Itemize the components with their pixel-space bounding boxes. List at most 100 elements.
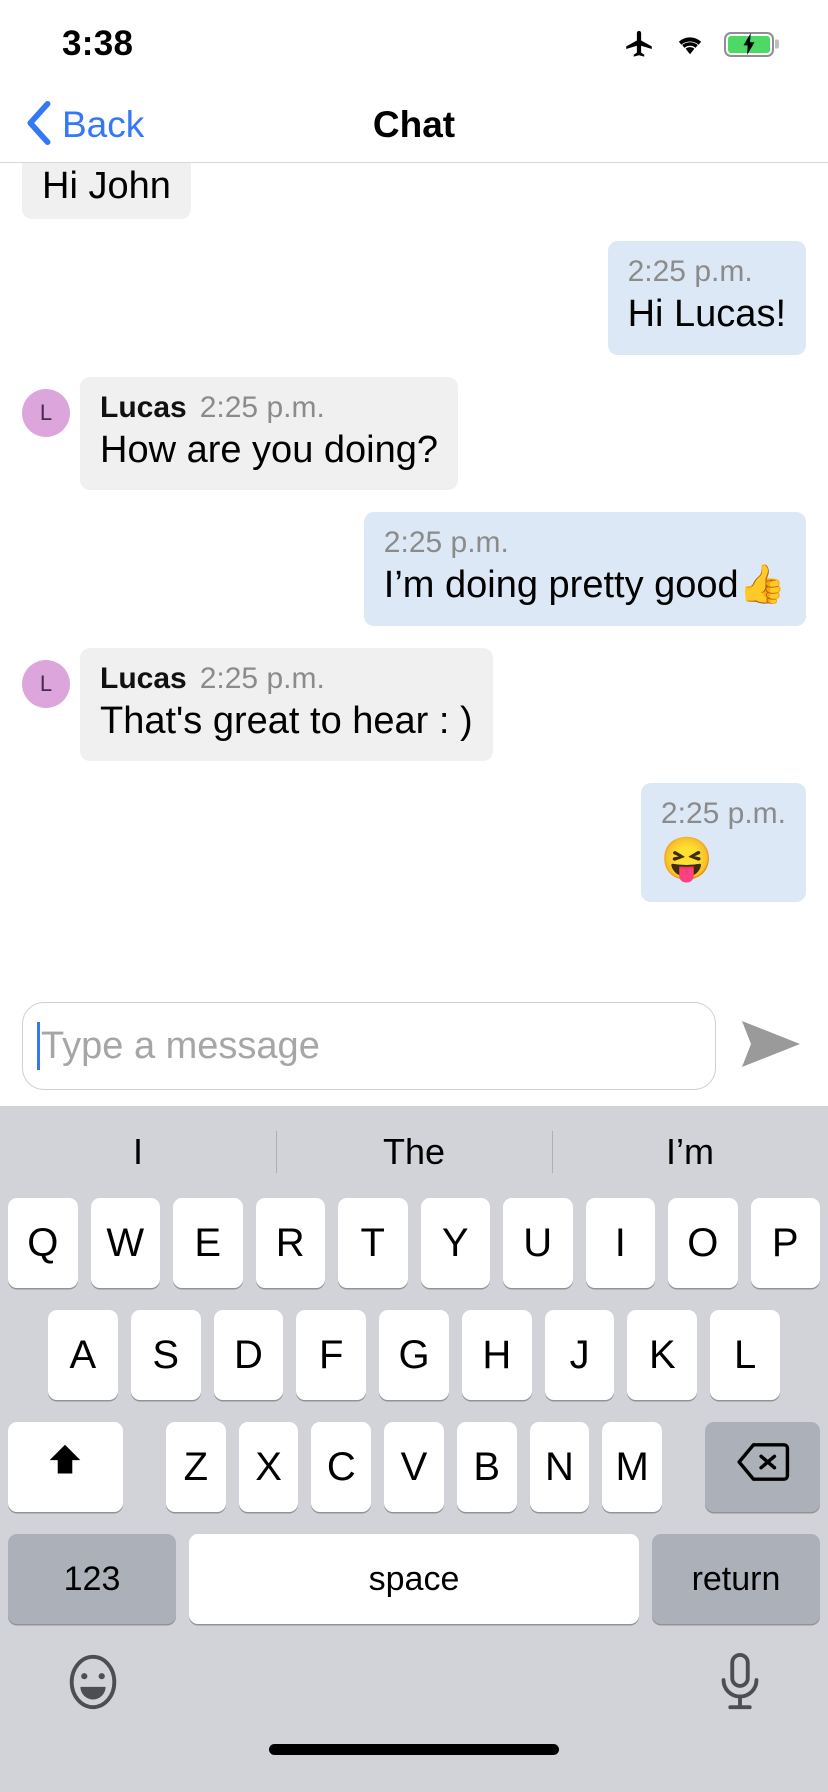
wifi-icon bbox=[672, 30, 708, 58]
message-input[interactable]: Type a message bbox=[22, 1002, 716, 1090]
space-key[interactable]: space bbox=[189, 1534, 639, 1624]
message-text: I’m doing pretty good👍 bbox=[383, 564, 786, 606]
back-button[interactable]: Back bbox=[0, 100, 144, 151]
message-text: Hi Lucas! bbox=[627, 293, 786, 335]
message-bubble-incoming[interactable]: Lucas 2:25 p.m. That's great to hear : ) bbox=[80, 647, 493, 761]
key-b[interactable]: B bbox=[456, 1422, 517, 1512]
message-meta: 2:25 p.m. bbox=[661, 797, 786, 831]
chevron-left-icon bbox=[24, 100, 52, 151]
message-bubble-outgoing[interactable]: 2:25 p.m. I’m doing pretty good👍 bbox=[363, 512, 806, 626]
message-meta: Lucas 2:25 p.m. bbox=[100, 662, 473, 696]
shift-key[interactable] bbox=[7, 1422, 123, 1512]
message-meta: Lucas 2:25 p.m. bbox=[100, 391, 438, 425]
avatar: L bbox=[22, 388, 70, 437]
message-timestamp: 2:25 p.m. bbox=[627, 255, 753, 288]
message-row-4[interactable]: L Lucas 2:25 p.m. That's great to hear :… bbox=[22, 647, 806, 761]
key-v[interactable]: V bbox=[384, 1422, 444, 1512]
message-sender: Lucas bbox=[100, 390, 187, 424]
navigation-bar: Back Chat bbox=[0, 88, 828, 163]
prediction-2[interactable]: I’m bbox=[552, 1131, 828, 1173]
message-input-placeholder: Type a message bbox=[41, 1024, 320, 1067]
key-w[interactable]: W bbox=[90, 1198, 160, 1288]
key-u[interactable]: U bbox=[503, 1198, 573, 1288]
back-button-label: Back bbox=[62, 104, 145, 145]
message-text: How are you doing? bbox=[100, 428, 438, 471]
key-l[interactable]: L bbox=[710, 1310, 781, 1400]
send-button[interactable] bbox=[736, 1019, 806, 1074]
key-t[interactable]: T bbox=[338, 1198, 408, 1288]
key-m[interactable]: M bbox=[602, 1422, 663, 1512]
shift-arrow-icon bbox=[42, 1439, 88, 1495]
on-screen-keyboard: I The I’m Q W E R T Y U I O P A S D F G … bbox=[0, 1106, 828, 1792]
message-timestamp: 2:25 p.m. bbox=[199, 390, 325, 424]
key-c[interactable]: C bbox=[311, 1422, 372, 1512]
key-d[interactable]: D bbox=[213, 1310, 284, 1400]
key-x[interactable]: X bbox=[238, 1422, 299, 1512]
message-bubble-outgoing[interactable]: 2:25 p.m. Hi Lucas! bbox=[607, 241, 806, 355]
home-indicator[interactable] bbox=[269, 1744, 559, 1755]
message-bubble-outgoing[interactable]: 2:25 p.m. 😝 bbox=[640, 783, 806, 902]
backspace-key[interactable] bbox=[705, 1422, 821, 1512]
message-row-5[interactable]: 2:25 p.m. 😝 bbox=[22, 783, 806, 902]
backspace-icon bbox=[736, 1441, 790, 1493]
message-bubble-incoming[interactable]: Hi John bbox=[22, 163, 191, 219]
emoji-smiley-icon bbox=[62, 1651, 124, 1718]
key-z[interactable]: Z bbox=[165, 1422, 226, 1512]
message-row-0[interactable]: Hi John bbox=[22, 163, 806, 219]
message-bubble-incoming[interactable]: Lucas 2:25 p.m. How are you doing? bbox=[80, 376, 458, 490]
numbers-key[interactable]: 123 bbox=[8, 1534, 176, 1624]
message-text: 😝 bbox=[660, 835, 714, 882]
return-key[interactable]: return bbox=[652, 1534, 820, 1624]
key-e[interactable]: E bbox=[173, 1198, 243, 1288]
key-i[interactable]: I bbox=[585, 1198, 655, 1288]
message-row-1[interactable]: 2:25 p.m. Hi Lucas! bbox=[22, 241, 806, 355]
send-arrow-icon bbox=[740, 1019, 802, 1074]
key-k[interactable]: K bbox=[627, 1310, 698, 1400]
message-meta: 2:25 p.m. bbox=[384, 526, 786, 560]
status-time: 3:38 bbox=[62, 24, 134, 63]
key-o[interactable]: O bbox=[668, 1198, 738, 1288]
keyboard-row-4: 123 space return bbox=[0, 1534, 828, 1624]
message-composer: Type a message bbox=[0, 986, 828, 1106]
message-row-2[interactable]: L Lucas 2:25 p.m. How are you doing? bbox=[22, 376, 806, 490]
key-n[interactable]: N bbox=[529, 1422, 590, 1512]
status-icons bbox=[622, 27, 774, 61]
key-r[interactable]: R bbox=[255, 1198, 325, 1288]
key-h[interactable]: H bbox=[461, 1310, 532, 1400]
microphone-icon bbox=[714, 1651, 766, 1718]
text-cursor bbox=[37, 1022, 40, 1070]
key-f[interactable]: F bbox=[296, 1310, 367, 1400]
key-a[interactable]: A bbox=[47, 1310, 118, 1400]
key-p[interactable]: P bbox=[750, 1198, 820, 1288]
emoji-key[interactable] bbox=[62, 1651, 124, 1718]
message-list[interactable]: Hi John 2:25 p.m. Hi Lucas! L Lucas 2:25… bbox=[0, 163, 828, 986]
message-text: Hi John bbox=[42, 165, 171, 207]
phone-screen: 3:38 Back Chat Hi John 2:25 p.m. Hi Luca… bbox=[0, 0, 828, 1792]
prediction-1[interactable]: The bbox=[276, 1131, 552, 1173]
battery-charging-icon bbox=[724, 31, 774, 57]
key-j[interactable]: J bbox=[544, 1310, 615, 1400]
message-sender: Lucas bbox=[100, 661, 187, 695]
message-timestamp: 2:25 p.m. bbox=[199, 661, 325, 695]
clipped-message-wrapper: Hi John bbox=[22, 163, 191, 219]
keyboard-row-1: Q W E R T Y U I O P bbox=[0, 1198, 828, 1288]
keyboard-row-2: A S D F G H J K L bbox=[0, 1310, 828, 1400]
keyboard-bottom-bar bbox=[0, 1624, 828, 1744]
prediction-0[interactable]: I bbox=[0, 1131, 276, 1173]
message-meta: 2:25 p.m. bbox=[628, 255, 786, 289]
dictation-key[interactable] bbox=[714, 1651, 766, 1718]
key-q[interactable]: Q bbox=[8, 1198, 78, 1288]
message-text: That's great to hear : ) bbox=[100, 699, 473, 742]
message-timestamp: 2:25 p.m. bbox=[383, 526, 509, 559]
key-y[interactable]: Y bbox=[420, 1198, 490, 1288]
message-row-3[interactable]: 2:25 p.m. I’m doing pretty good👍 bbox=[22, 512, 806, 626]
key-g[interactable]: G bbox=[379, 1310, 449, 1400]
key-s[interactable]: S bbox=[130, 1310, 201, 1400]
home-indicator-area bbox=[0, 1744, 828, 1792]
keyboard-row-3: Z X C V B N M bbox=[0, 1422, 828, 1512]
predictive-text-bar: I The I’m bbox=[0, 1106, 828, 1198]
airplane-mode-icon bbox=[622, 27, 656, 61]
message-timestamp: 2:25 p.m. bbox=[660, 797, 786, 830]
status-bar: 3:38 bbox=[0, 0, 828, 88]
avatar: L bbox=[22, 659, 70, 708]
